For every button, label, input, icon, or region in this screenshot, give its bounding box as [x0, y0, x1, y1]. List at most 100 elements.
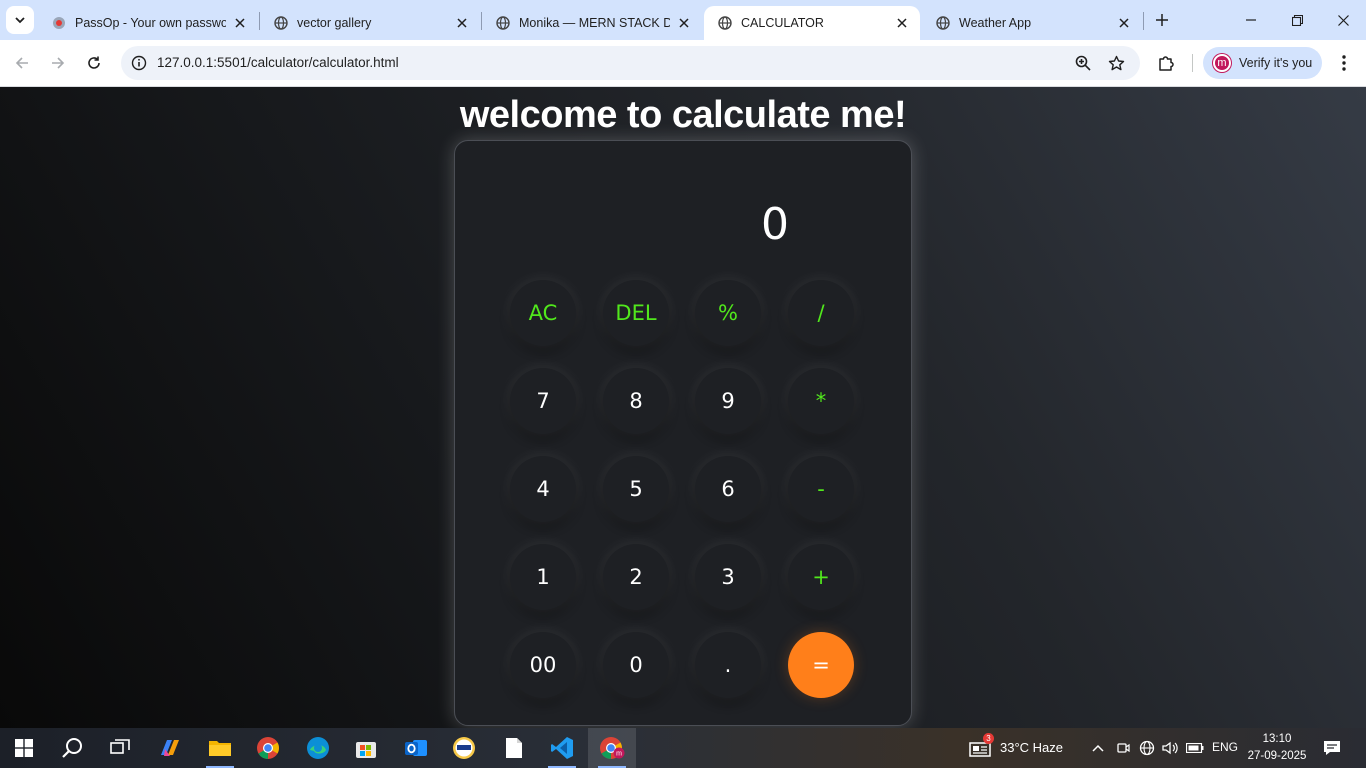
close-icon[interactable] — [676, 15, 692, 31]
tab-separator — [1143, 12, 1144, 30]
camera-tray-button[interactable] — [1113, 738, 1133, 758]
store-button[interactable] — [342, 728, 390, 768]
clock-date: 27-09-2025 — [1247, 750, 1307, 762]
zoom-button[interactable] — [1073, 53, 1093, 73]
globe-icon — [496, 16, 510, 30]
key-digit-7-button[interactable]: 7 — [510, 368, 576, 434]
close-icon — [1337, 14, 1349, 26]
toolbar-separator — [1192, 54, 1193, 72]
weather-text[interactable]: 33°C Haze — [1000, 740, 1063, 755]
start-button[interactable] — [0, 728, 48, 768]
address-bar[interactable]: 127.0.0.1:5501/calculator/calculator.htm… — [121, 46, 1140, 80]
folder-icon — [209, 741, 231, 756]
search-button[interactable] — [48, 728, 96, 768]
globe-icon — [718, 16, 732, 30]
key-digit-0-button[interactable]: 0 — [603, 632, 669, 698]
plus-icon — [1156, 14, 1168, 26]
edge-button[interactable] — [294, 728, 342, 768]
tab-title: Weather App — [959, 16, 1032, 30]
tab-monika-mern[interactable]: Monika — MERN STACK DEV — [482, 6, 702, 40]
wah-app-button[interactable] — [440, 728, 488, 768]
task-view-icon — [110, 739, 130, 754]
vscode-button[interactable] — [538, 728, 586, 768]
chrome-profile-icon: m — [600, 737, 625, 759]
browser-menu-button[interactable] — [1332, 51, 1356, 75]
bookmark-button[interactable] — [1106, 53, 1126, 73]
close-icon[interactable] — [232, 15, 248, 31]
key-digit-6-button[interactable]: 6 — [695, 456, 761, 522]
profile-button[interactable]: m Verify it's you — [1203, 47, 1322, 79]
speaker-icon — [1162, 741, 1178, 755]
key-digit-4-button[interactable]: 4 — [510, 456, 576, 522]
key-divide-button[interactable]: / — [788, 280, 854, 346]
key-minus-button[interactable]: - — [788, 456, 854, 522]
tab-vector-gallery[interactable]: vector gallery — [260, 6, 480, 40]
key-all-clear-button[interactable]: AC — [510, 280, 576, 346]
chrome-profile-button[interactable]: m — [588, 728, 636, 768]
back-button[interactable] — [8, 49, 36, 77]
browser-toolbar: 127.0.0.1:5501/calculator/calculator.htm… — [0, 40, 1366, 87]
key-digit-2-button[interactable]: 2 — [603, 544, 669, 610]
close-window-button[interactable] — [1320, 0, 1366, 40]
key-percent-button[interactable]: % — [695, 280, 761, 346]
profile-label: Verify it's you — [1239, 56, 1313, 70]
outlook-button[interactable] — [392, 728, 440, 768]
copilot-button[interactable] — [146, 728, 194, 768]
close-icon[interactable] — [454, 15, 470, 31]
clock-time: 13:10 — [1262, 733, 1292, 745]
site-info-button[interactable] — [129, 53, 149, 73]
notifications-button[interactable] — [1322, 738, 1342, 758]
chrome-button[interactable] — [244, 728, 292, 768]
restore-button[interactable] — [1274, 0, 1320, 40]
url-text[interactable]: 127.0.0.1:5501/calculator/calculator.htm… — [157, 55, 399, 70]
key-digit-3-button[interactable]: 3 — [695, 544, 761, 610]
key-delete-button[interactable]: DEL — [603, 280, 669, 346]
key-digit-8-button[interactable]: 8 — [603, 368, 669, 434]
language-indicator[interactable]: ENG — [1212, 740, 1238, 754]
copilot-icon — [161, 740, 179, 756]
key-digit-9-button[interactable]: 9 — [695, 368, 761, 434]
page-title: welcome to calculate me! — [459, 94, 907, 136]
close-icon[interactable] — [1116, 15, 1132, 31]
calculator-display: 0 — [761, 199, 789, 250]
volume-button[interactable] — [1160, 738, 1180, 758]
tab-passop[interactable]: PassOp - Your own password — [38, 6, 258, 40]
search-icon — [62, 738, 82, 758]
forward-button[interactable] — [44, 49, 72, 77]
close-icon[interactable] — [894, 15, 910, 31]
key-equals-button[interactable]: = — [788, 632, 854, 698]
key-digit-5-button[interactable]: 5 — [603, 456, 669, 522]
tab-strip: PassOp - Your own password vector galler… — [0, 0, 1366, 40]
battery-button[interactable] — [1185, 738, 1205, 758]
restore-icon — [1291, 14, 1303, 26]
show-hidden-icons-button[interactable] — [1088, 738, 1108, 758]
extensions-button[interactable] — [1154, 51, 1178, 75]
globe-icon — [936, 16, 950, 30]
info-icon — [131, 55, 147, 71]
tab-title: Monika — MERN STACK DEV — [519, 16, 670, 30]
clock[interactable]: 13:10 27-09-2025 — [1242, 731, 1312, 765]
key-decimal-button[interactable]: . — [695, 632, 761, 698]
reload-button[interactable] — [80, 49, 108, 77]
news-badge: 3 — [983, 733, 994, 744]
arrow-right-icon — [52, 57, 65, 69]
passop-favicon-icon — [53, 17, 65, 29]
taskbar: m 3 33°C Haze ENG 13:10 27-09-2025 — [0, 728, 1366, 768]
task-view-button[interactable] — [96, 728, 144, 768]
key-digit-1-button[interactable]: 1 — [510, 544, 576, 610]
tab-weather-app[interactable]: Weather App — [922, 6, 1142, 40]
avatar: m — [1213, 54, 1231, 72]
tab-title: vector gallery — [297, 16, 372, 30]
key-plus-button[interactable]: + — [788, 544, 854, 610]
key-double-zero-button[interactable]: 00 — [510, 632, 576, 698]
more-vertical-icon — [1342, 55, 1346, 71]
file-explorer-button[interactable] — [196, 728, 244, 768]
notepad-button[interactable] — [490, 728, 538, 768]
calculator: 0 AC DEL%/7 8 9 * 4 5 6-1 2 3 +00 0. = — [454, 140, 912, 726]
tab-search-button[interactable] — [6, 6, 34, 34]
key-multiply-button[interactable]: * — [788, 368, 854, 434]
minimize-button[interactable] — [1228, 0, 1274, 40]
new-tab-button[interactable] — [1150, 8, 1174, 32]
tab-calculator[interactable]: CALCULATOR — [704, 6, 920, 40]
network-button[interactable] — [1137, 738, 1157, 758]
